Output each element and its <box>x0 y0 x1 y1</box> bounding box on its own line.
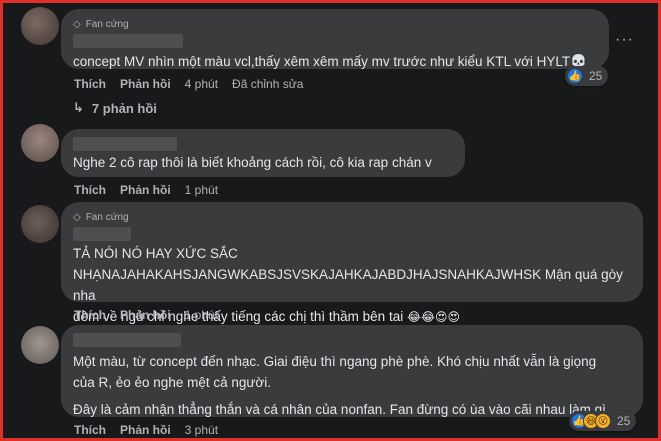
commenter-name-redacted[interactable] <box>73 227 131 241</box>
reply-action[interactable]: Phản hồi <box>120 308 171 322</box>
reaction-count: 25 <box>589 69 603 83</box>
reply-action[interactable]: Phản hồi <box>120 183 171 197</box>
like-icon: 👍 <box>567 68 583 84</box>
like-action[interactable]: Thích <box>74 423 106 437</box>
timestamp[interactable]: 4 phút <box>185 77 218 91</box>
wow-icon: 😮 <box>595 413 611 429</box>
avatar[interactable] <box>21 7 59 45</box>
comment-text: Nghe 2 cô rap thôi là biết khoảng cách r… <box>73 155 432 170</box>
comment-bubble: Một màu, từ concept đến nhạc. Giai điệu … <box>61 325 643 417</box>
comment-actions: Thích Phản hồi 3 phút <box>74 423 218 437</box>
emoji-group: 😂😂😍😍 <box>406 310 461 324</box>
like-action[interactable]: Thích <box>74 308 106 322</box>
avatar[interactable] <box>21 326 59 364</box>
comment-bubble: ◇ Fan cứng TẢ NÓI NÓ HAY XỨC SẮC NHẠNAJA… <box>61 202 643 324</box>
reaction-summary[interactable]: 👍 25 <box>565 66 609 86</box>
commenter-name-redacted[interactable] <box>73 333 181 347</box>
comment-text-line: Một màu, từ concept đến nhạc. Giai điệu … <box>73 354 597 369</box>
reply-action[interactable]: Phản hồi <box>120 77 171 91</box>
comment-thread: ◇ Fan cứng concept MV nhìn một màu vcl,t… <box>0 0 661 441</box>
more-dots-icon[interactable]: ··· <box>615 31 634 49</box>
fan-badge-label: Fan cứng <box>85 211 129 223</box>
replies-label: 7 phản hồi <box>91 100 157 116</box>
comment-text-line: TẢ NÓI NÓ HAY XỨC SẮC <box>73 246 238 261</box>
reply-action[interactable]: Phản hồi <box>120 423 171 437</box>
view-replies-link[interactable]: ↳ 7 phản hồi <box>73 100 157 116</box>
fan-badge: ◇ Fan cứng <box>73 17 597 31</box>
timestamp[interactable]: 1 phút <box>185 308 218 322</box>
comment-bubble: ◇ Fan cứng concept MV nhìn một màu vcl,t… <box>61 9 609 69</box>
timestamp[interactable]: 1 phút <box>185 183 218 197</box>
fan-badge: ◇ Fan cứng <box>73 210 631 224</box>
comment-text-line: NHẠNAJAHAKAHSJANGWKABSJSVSKAJAHKAJABDJHA… <box>73 267 623 303</box>
diamond-icon: ◇ <box>73 211 81 223</box>
diamond-icon: ◇ <box>73 18 81 30</box>
like-action[interactable]: Thích <box>74 77 106 91</box>
reaction-summary[interactable]: 👍 😆 😮 25 <box>569 411 637 431</box>
comment-actions: Thích Phản hồi 1 phút <box>74 308 218 322</box>
edited-label: Đã chỉnh sửa <box>232 77 304 91</box>
commenter-name-redacted[interactable] <box>73 34 183 48</box>
reply-arrow-icon: ↳ <box>73 100 84 115</box>
comment-actions: Thích Phản hồi 1 phút <box>74 183 218 197</box>
like-action[interactable]: Thích <box>74 183 106 197</box>
commenter-name-redacted[interactable] <box>73 137 177 151</box>
comment-text-line: của R, ẻo ẻo nghe mệt cả người. <box>73 375 272 390</box>
fan-badge-label: Fan cứng <box>85 18 129 30</box>
avatar[interactable] <box>21 205 59 243</box>
timestamp[interactable]: 3 phút <box>185 423 218 437</box>
comment-bubble: Nghe 2 cô rap thôi là biết khoảng cách r… <box>61 129 465 177</box>
reaction-count: 25 <box>617 414 631 428</box>
comment-text: concept MV nhìn một màu vcl,thấy xêm xêm… <box>73 54 587 69</box>
comment-actions: Thích Phản hồi 4 phút Đã chỉnh sửa <box>74 77 303 91</box>
avatar[interactable] <box>21 124 59 162</box>
comment-text-line: Đây là cảm nhận thẳng thắn và cá nhân củ… <box>73 402 610 417</box>
